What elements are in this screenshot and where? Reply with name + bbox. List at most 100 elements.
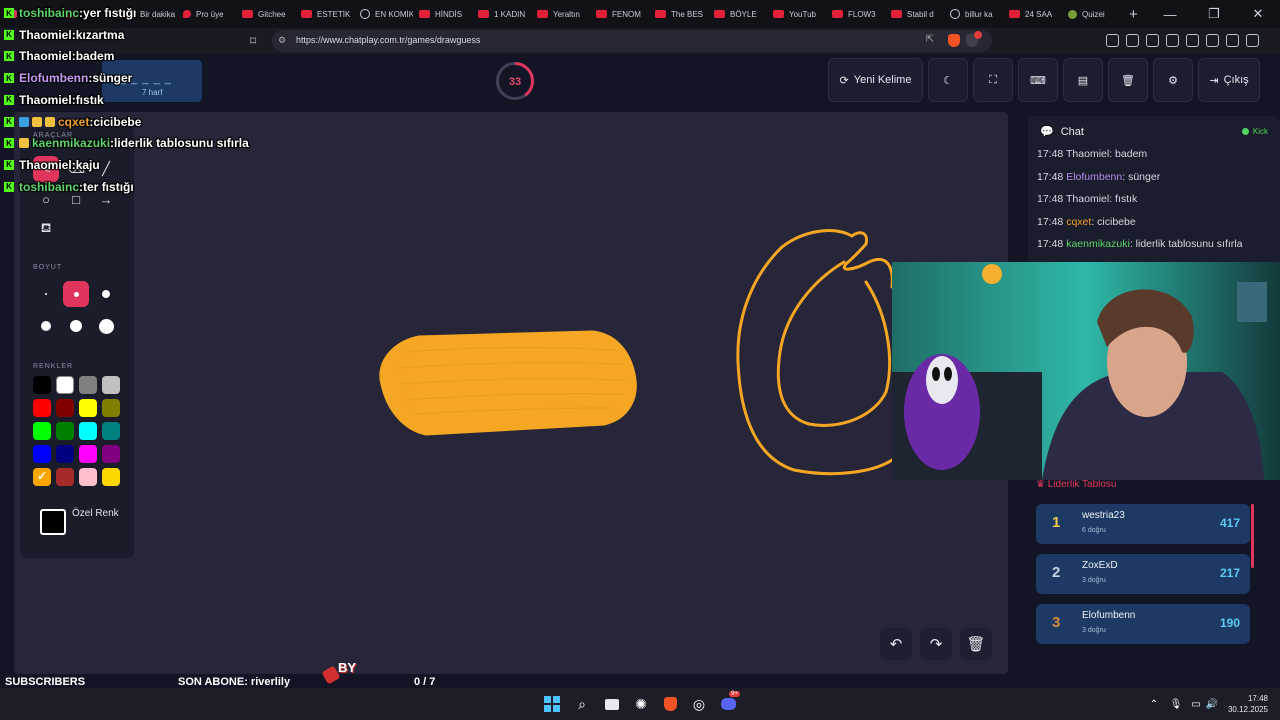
discord-icon[interactable]: 9+ [720, 691, 740, 712]
color-swatch[interactable] [79, 376, 97, 394]
browser-tab[interactable]: ESTETİK [295, 0, 354, 28]
color-swatch[interactable] [79, 445, 97, 463]
browser-tab[interactable]: FENOM [590, 0, 649, 28]
brave-icon[interactable] [948, 34, 960, 47]
chat-time: 17:48 [1037, 215, 1067, 228]
extension-icon[interactable] [1106, 34, 1119, 47]
color-swatch[interactable] [102, 445, 120, 463]
tray-chevron-icon[interactable]: ⌃ [1146, 696, 1162, 712]
browser-tab[interactable]: YouTub [767, 0, 826, 28]
color-swatch[interactable] [56, 399, 74, 417]
windows-start-icon[interactable] [544, 696, 560, 712]
color-swatch[interactable] [33, 445, 51, 463]
youtube-icon [773, 10, 784, 18]
leaderboard-scrollbar[interactable] [1251, 504, 1254, 568]
maximize-icon[interactable]: ❐ [1192, 0, 1236, 28]
browser-tab[interactable]: Stabil d [885, 0, 944, 28]
browser-tab[interactable]: Quizei [1062, 0, 1121, 28]
chat-username[interactable]: kaenmikazuki [1066, 238, 1130, 250]
trash-button[interactable]: 🗑 [1108, 58, 1148, 102]
vpn-icon[interactable] [1226, 34, 1239, 47]
browser-tab[interactable]: Gitchee [236, 0, 295, 28]
browser-tab[interactable]: BÖYLE [708, 0, 767, 28]
browser-tab[interactable]: 24 SAA [1003, 0, 1062, 28]
chat-username[interactable]: Elofumbenn [1066, 171, 1122, 183]
browser-tab[interactable]: The BES [649, 0, 708, 28]
size-xxl-button[interactable] [93, 313, 119, 339]
size-m-button[interactable] [93, 281, 119, 307]
youtube-icon [891, 10, 902, 18]
color-swatch[interactable] [56, 445, 74, 463]
extension-icon[interactable] [1126, 34, 1139, 47]
close-icon[interactable]: ✕ [1236, 0, 1280, 28]
volume-icon[interactable]: 🔊 [1204, 696, 1220, 712]
chat-username[interactable]: Thaomiel [1066, 193, 1109, 205]
file-explorer-icon[interactable] [604, 696, 620, 712]
color-swatch[interactable] [102, 422, 120, 440]
browser-tab[interactable]: 1 KADIN [472, 0, 531, 28]
color-swatch[interactable] [102, 399, 120, 417]
archive-button[interactable]: ▤ [1063, 58, 1103, 102]
browser-tab[interactable]: EN KOMİK [354, 0, 413, 28]
chat-time: 17:48 [1037, 238, 1067, 250]
size-xs-button[interactable] [33, 281, 59, 307]
size-s-button[interactable] [63, 281, 89, 307]
color-swatch[interactable] [56, 376, 74, 394]
display-icon[interactable]: ▭ [1188, 696, 1204, 712]
browser-tab[interactable]: FLOW3 [826, 0, 885, 28]
color-swatch[interactable] [102, 376, 120, 394]
site-settings-icon[interactable]: ⚙ [278, 35, 288, 45]
browser-tab[interactable]: billur ka [944, 0, 1003, 28]
color-swatch[interactable] [79, 422, 97, 440]
trash-icon: 🗑 [1121, 74, 1135, 87]
chat-username[interactable]: Thaomiel [1066, 148, 1109, 160]
new-tab-button[interactable]: + [1121, 6, 1146, 23]
color-swatch[interactable] [56, 422, 74, 440]
color-swatch[interactable] [102, 468, 120, 486]
sidebar-icon[interactable] [1166, 34, 1179, 47]
browser-tab[interactable]: Yeraltın [531, 0, 590, 28]
microphone-icon[interactable]: 🎙 [1168, 696, 1184, 712]
share-icon[interactable]: ⇱ [926, 34, 934, 45]
color-swatch[interactable] [33, 422, 51, 440]
taskbar-clock[interactable]: 17:48 30.12.2025 [1228, 693, 1268, 715]
bookmark-icon[interactable]: ⌑ [250, 34, 256, 48]
settings-button[interactable]: ⚙ [1153, 58, 1193, 102]
color-swatch[interactable] [56, 468, 74, 486]
youtube-icon [832, 10, 843, 18]
dark-mode-button[interactable]: ☾ [928, 58, 968, 102]
browser-tab[interactable]: Pro üye [177, 0, 236, 28]
color-swatch[interactable] [33, 399, 51, 417]
exit-button[interactable]: ⇥ Çıkış [1198, 58, 1260, 102]
menu-icon[interactable] [1246, 34, 1259, 47]
obs-icon[interactable]: ◎ [691, 696, 707, 712]
browser-tab[interactable]: HİNDİS [413, 0, 472, 28]
extension-icon[interactable] [1186, 34, 1199, 47]
brave-shield-icon[interactable] [966, 31, 982, 47]
color-swatch[interactable] [33, 468, 51, 486]
fullscreen-button[interactable]: ⛶ [973, 58, 1013, 102]
minimize-icon[interactable]: — [1148, 0, 1192, 28]
color-swatch[interactable] [79, 399, 97, 417]
brave-browser-icon[interactable] [662, 696, 678, 712]
wallet-icon[interactable] [1206, 34, 1219, 47]
url-field[interactable]: ⚙ https://www.chatplay.com.tr/games/draw… [272, 30, 992, 52]
size-l-button[interactable] [33, 313, 59, 339]
fill-tool-button[interactable]: ⛾ [33, 216, 59, 242]
clear-canvas-button[interactable]: 🗑 [960, 628, 992, 660]
drawing-canvas[interactable] [14, 112, 1008, 674]
search-icon[interactable]: ⌕ [574, 696, 590, 712]
redo-button[interactable]: ↷ [920, 628, 952, 660]
keyboard-button[interactable]: ⌨ [1018, 58, 1058, 102]
exit-icon: ⇥ [1209, 74, 1219, 87]
chatgpt-icon[interactable]: ✺ [633, 696, 649, 712]
color-swatch[interactable] [79, 468, 97, 486]
chat-username[interactable]: cqxet [1066, 216, 1091, 228]
new-word-button[interactable]: ⟳ Yeni Kelime [828, 58, 923, 102]
color-swatch[interactable] [33, 376, 51, 394]
undo-button[interactable]: ↶ [880, 628, 912, 660]
media-icon[interactable] [1146, 34, 1159, 47]
size-xl-button[interactable] [63, 313, 89, 339]
line-icon: ╱ [102, 161, 110, 176]
custom-color-swatch[interactable] [40, 509, 66, 535]
